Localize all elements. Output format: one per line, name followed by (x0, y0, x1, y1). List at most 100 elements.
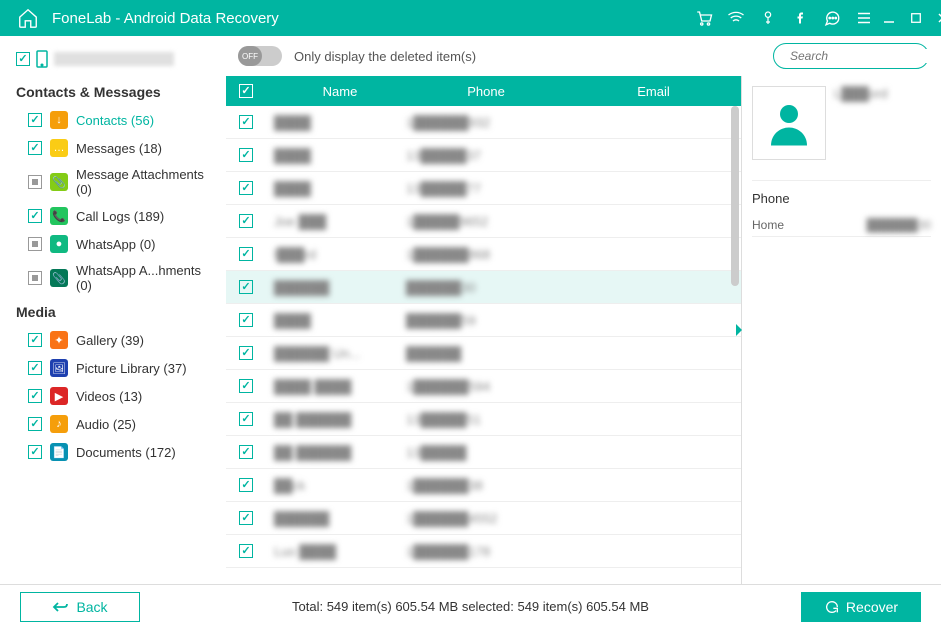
header-name[interactable]: Name (266, 84, 406, 99)
table-row[interactable]: ████13█████37 (226, 139, 741, 172)
sidebar-item[interactable]: 📄Documents (172) (8, 438, 218, 466)
table-row[interactable]: ██ck1██████38 (226, 469, 741, 502)
category-checkbox[interactable] (28, 237, 42, 251)
detail-phone-section: Phone (752, 191, 931, 206)
deleted-only-toggle[interactable]: OFF (238, 46, 282, 66)
cell-phone: 1██████38 (406, 478, 483, 493)
cell-phone: ██████ (406, 346, 461, 361)
close-icon[interactable] (936, 11, 941, 25)
cell-phone: 1██████868 (406, 247, 490, 262)
cell-phone: 1██████932 (406, 115, 490, 130)
select-all-checkbox[interactable] (239, 84, 253, 98)
search-box[interactable] (773, 43, 929, 69)
back-button[interactable]: Back (20, 592, 140, 622)
row-checkbox[interactable] (239, 445, 253, 459)
row-checkbox[interactable] (239, 181, 253, 195)
table-row[interactable]: ████ 1██████932 (226, 106, 741, 139)
sidebar-item[interactable]: ♪Audio (25) (8, 410, 218, 438)
category-icon: 📎 (50, 269, 68, 287)
category-checkbox[interactable] (28, 113, 42, 127)
sidebar-item[interactable]: ▶Videos (13) (8, 382, 218, 410)
cell-name: Joe ███ (274, 214, 326, 229)
row-checkbox[interactable] (239, 247, 253, 261)
sidebar-item[interactable]: 📎Message Attachments (0) (8, 162, 218, 202)
back-arrow-icon (52, 601, 68, 613)
row-checkbox[interactable] (239, 478, 253, 492)
expand-handle-icon[interactable] (734, 322, 744, 338)
cell-phone: 13█████37 (406, 148, 481, 163)
category-checkbox[interactable] (28, 209, 42, 223)
cell-phone: 13█████77 (406, 181, 481, 196)
table-row[interactable]: Luo ████ 1██████178 (226, 535, 741, 568)
detail-contact-name: L███ord (834, 86, 888, 101)
cell-name: ██ ██████ (274, 445, 351, 460)
row-checkbox[interactable] (239, 280, 253, 294)
table-row[interactable]: ██ ██████13█████51 (226, 403, 741, 436)
device-row[interactable] (8, 46, 218, 78)
category-icon: 📎 (50, 173, 68, 191)
header-phone[interactable]: Phone (406, 84, 566, 99)
row-checkbox[interactable] (239, 214, 253, 228)
wifi-icon[interactable] (727, 9, 745, 27)
table-row[interactable]: ████ 13█████77 (226, 172, 741, 205)
device-checkbox[interactable] (16, 52, 30, 66)
table-row[interactable]: Joe ███ 1█████9652 (226, 205, 741, 238)
row-checkbox[interactable] (239, 148, 253, 162)
row-checkbox[interactable] (239, 511, 253, 525)
row-checkbox[interactable] (239, 412, 253, 426)
cell-phone: 1██████178 (406, 544, 490, 559)
sidebar-item[interactable]: ●WhatsApp (0) (8, 230, 218, 258)
category-checkbox[interactable] (28, 271, 42, 285)
detail-phone-label: Home (752, 218, 784, 232)
cell-name: ████ (274, 115, 311, 130)
category-checkbox[interactable] (28, 445, 42, 459)
maximize-icon[interactable] (910, 12, 922, 24)
device-name (54, 52, 174, 66)
footer-status: Total: 549 item(s) 605.54 MB selected: 5… (160, 599, 781, 614)
home-icon[interactable] (16, 6, 40, 30)
category-checkbox[interactable] (28, 141, 42, 155)
scrollbar[interactable] (731, 106, 739, 584)
minimize-icon[interactable] (882, 11, 896, 25)
sidebar-item[interactable]: 📎WhatsApp A...hments (0) (8, 258, 218, 298)
cart-icon[interactable] (695, 9, 713, 27)
table-row[interactable]: ██████1██████4552 (226, 502, 741, 535)
category-icon: ♪ (50, 415, 68, 433)
cell-name: ████ ████ (274, 379, 351, 394)
cell-phone: 1█████9652 (406, 214, 488, 229)
detail-panel: L███ord Phone Home ██████30 (741, 76, 941, 584)
table-row[interactable]: ████ ████1██████594 (226, 370, 741, 403)
category-checkbox[interactable] (28, 175, 42, 189)
row-checkbox[interactable] (239, 313, 253, 327)
row-checkbox[interactable] (239, 544, 253, 558)
recover-button[interactable]: Recover (801, 592, 921, 622)
table-row[interactable]: ██ ██████13█████ (226, 436, 741, 469)
table-row[interactable]: l███rd1██████868 (226, 238, 741, 271)
category-checkbox[interactable] (28, 417, 42, 431)
menu-icon[interactable] (855, 9, 873, 27)
sidebar-item[interactable]: ✦Gallery (39) (8, 326, 218, 354)
category-checkbox[interactable] (28, 361, 42, 375)
table-row[interactable]: ████████████30 (226, 271, 741, 304)
row-checkbox[interactable] (239, 379, 253, 393)
cell-name: ██ ██████ (274, 412, 351, 427)
header-email[interactable]: Email (566, 84, 741, 99)
row-checkbox[interactable] (239, 115, 253, 129)
cell-name: Luo ████ (274, 544, 336, 559)
key-icon[interactable] (759, 9, 777, 27)
sidebar-item[interactable]: …Messages (18) (8, 134, 218, 162)
search-input[interactable] (790, 49, 941, 63)
sidebar-item[interactable]: 🖼Picture Library (37) (8, 354, 218, 382)
table-row[interactable]: ██████████59 (226, 304, 741, 337)
category-checkbox[interactable] (28, 389, 42, 403)
scrollbar-thumb[interactable] (731, 106, 739, 286)
sidebar-item[interactable]: 📞Call Logs (189) (8, 202, 218, 230)
chat-icon[interactable] (823, 9, 841, 27)
table-body[interactable]: ████ 1██████932 ████13█████37 ████ 13█████77… (226, 106, 741, 584)
row-checkbox[interactable] (239, 346, 253, 360)
cell-name: ████ (274, 181, 311, 196)
sidebar-item[interactable]: ↓Contacts (56) (8, 106, 218, 134)
facebook-icon[interactable] (791, 9, 809, 27)
category-checkbox[interactable] (28, 333, 42, 347)
table-row[interactable]: ██████ Un...██████ (226, 337, 741, 370)
